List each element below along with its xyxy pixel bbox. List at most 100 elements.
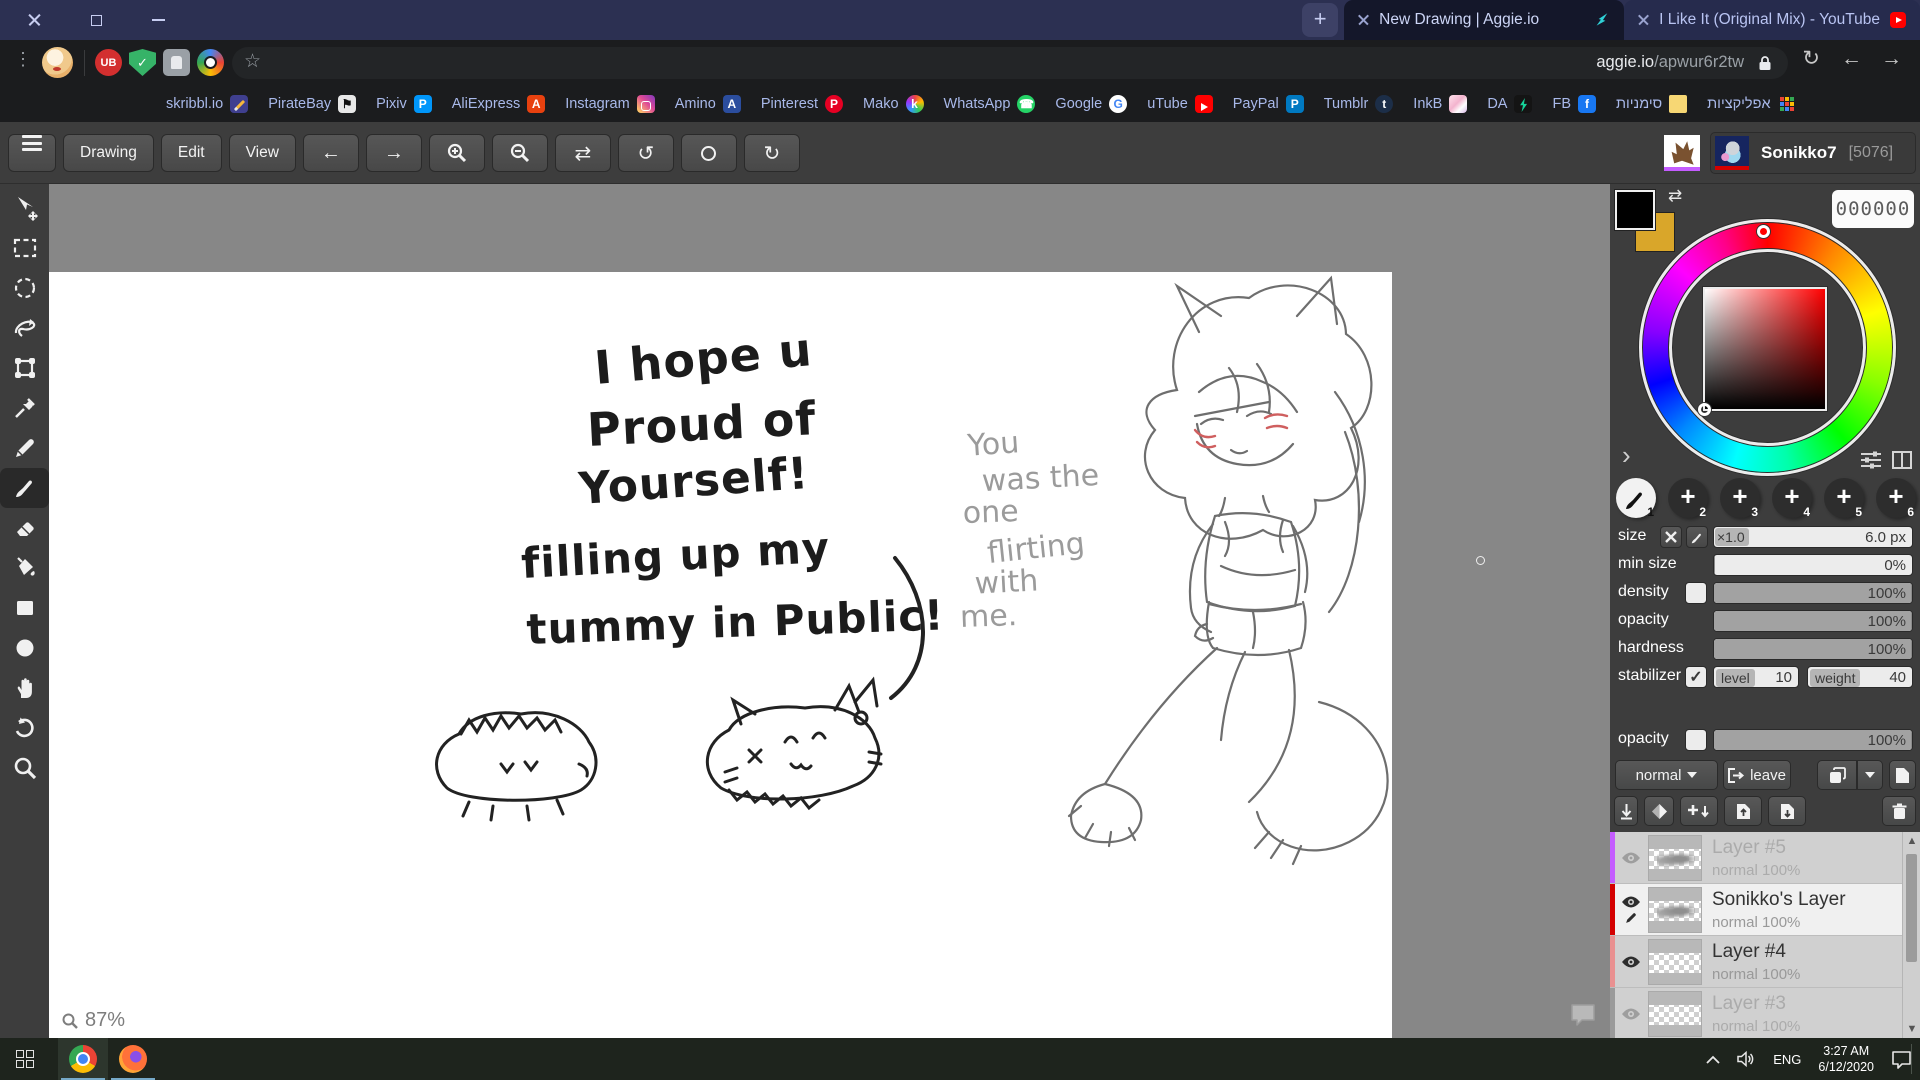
- size-slider[interactable]: ×1.0 6.0 px: [1713, 526, 1913, 548]
- stabilizer-level-field[interactable]: level 10: [1713, 666, 1799, 688]
- forward-button[interactable]: →: [1881, 48, 1902, 69]
- bookmark-star-icon[interactable]: ☆: [244, 50, 261, 73]
- tool-fill-button[interactable]: [0, 548, 49, 588]
- view-menu-button[interactable]: View: [229, 134, 296, 172]
- start-button[interactable]: [0, 1038, 50, 1080]
- layer-row[interactable]: Layer #5 normal 100%: [1610, 832, 1920, 884]
- taskbar-firefox-button[interactable]: [108, 1038, 158, 1080]
- tool-undo-button[interactable]: [0, 708, 49, 748]
- layer-row[interactable]: Layer #4 normal 100%: [1610, 936, 1920, 988]
- bookmark-item[interactable]: Pixiv P: [376, 95, 432, 113]
- browser-tab[interactable]: New Drawing | Aggie.io: [1344, 0, 1624, 40]
- swap-colors-icon[interactable]: ⇄: [1668, 186, 1682, 206]
- bookmark-item[interactable]: AliExpress A: [452, 95, 546, 113]
- zoom-in-button[interactable]: [429, 134, 485, 172]
- browser-tab[interactable]: I Like It (Original Mix) - YouTube: [1624, 0, 1920, 40]
- redo-button[interactable]: →: [366, 134, 422, 172]
- bookmark-item[interactable]: DA: [1487, 95, 1532, 113]
- rotate-ccw-button[interactable]: ↺: [618, 134, 674, 172]
- flip-canvas-button[interactable]: ⇄: [555, 134, 611, 172]
- tool-eraser-button[interactable]: [0, 508, 49, 548]
- stabilizer-weight-field[interactable]: weight 40: [1807, 666, 1913, 688]
- taskbar-chrome-button[interactable]: [58, 1038, 108, 1080]
- saturation-value-picker[interactable]: [1703, 287, 1827, 411]
- bookmark-item[interactable]: Google G: [1055, 95, 1127, 113]
- adguard-extension-icon[interactable]: ✓: [129, 49, 156, 76]
- undo-button[interactable]: ←: [303, 134, 359, 172]
- layer-visibility-eye-icon[interactable]: [1621, 851, 1641, 865]
- drawing-menu-button[interactable]: Drawing: [63, 134, 154, 172]
- extension-icon[interactable]: [163, 49, 190, 76]
- window-maximize-button[interactable]: [76, 5, 116, 35]
- layer-opacity-slider[interactable]: 100%: [1713, 729, 1913, 751]
- brush-preset-button[interactable]: 6: [1876, 478, 1916, 518]
- blend-mode-dropdown[interactable]: normal: [1615, 760, 1718, 790]
- sv-cursor[interactable]: [1698, 403, 1711, 416]
- import-layer-button[interactable]: [1724, 796, 1762, 826]
- browser-menu-icon[interactable]: ⋮: [14, 49, 32, 70]
- workspace[interactable]: I hope u Proud of Yourself! filling up m…: [49, 184, 1610, 1038]
- tool-select-ellipse-button[interactable]: [0, 268, 49, 308]
- layer-visibility-eye-icon[interactable]: [1621, 955, 1641, 969]
- reset-rotation-button[interactable]: [681, 134, 737, 172]
- bookmark-item[interactable]: Pinterest P: [761, 95, 843, 113]
- tool-color-picker-button[interactable]: [0, 388, 49, 428]
- brush-preset-button[interactable]: 4: [1772, 478, 1812, 518]
- main-menu-button[interactable]: [8, 134, 56, 172]
- chat-bubble-icon[interactable]: [1569, 1002, 1597, 1028]
- tool-lasso-button[interactable]: [0, 308, 49, 348]
- stabilizer-checkbox[interactable]: ✓: [1685, 666, 1707, 688]
- tool-brush-button[interactable]: [0, 468, 49, 508]
- layer-row[interactable]: Layer #3 normal 100%: [1610, 988, 1920, 1038]
- current-user-button[interactable]: Sonikko7 [5076]: [1710, 132, 1916, 174]
- tool-rectangle-button[interactable]: [0, 588, 49, 628]
- bookmark-item[interactable]: Tumblr t: [1324, 95, 1394, 113]
- duplicate-options-button[interactable]: [1857, 760, 1883, 790]
- tool-zoom-button[interactable]: [0, 748, 49, 788]
- add-layer-below-button[interactable]: [1680, 796, 1718, 826]
- size-brush-toggle-button[interactable]: [1686, 526, 1708, 548]
- brush-preset-button[interactable]: 3: [1720, 478, 1760, 518]
- sliders-view-icon[interactable]: [1860, 450, 1882, 470]
- drawing-canvas[interactable]: I hope u Proud of Yourself! filling up m…: [49, 272, 1392, 1038]
- extension-icon[interactable]: [197, 49, 224, 76]
- hex-color-input[interactable]: 000000: [1832, 190, 1914, 228]
- export-layer-button[interactable]: [1768, 796, 1806, 826]
- language-indicator[interactable]: ENG: [1773, 1052, 1801, 1067]
- hue-cursor[interactable]: [1757, 225, 1770, 238]
- merge-down-button[interactable]: [1614, 796, 1638, 826]
- window-close-button[interactable]: [14, 5, 54, 35]
- min-size-slider[interactable]: 0%: [1713, 554, 1913, 576]
- new-layer-button[interactable]: [1889, 760, 1916, 790]
- tab-close-icon[interactable]: [1358, 15, 1369, 26]
- bookmark-item[interactable]: skribbl.io: [166, 95, 248, 113]
- bookmark-item[interactable]: PayPal P: [1233, 95, 1304, 113]
- tool-pan-button[interactable]: [0, 668, 49, 708]
- edit-menu-button[interactable]: Edit: [161, 134, 222, 172]
- leave-button[interactable]: leave: [1723, 760, 1791, 790]
- rotate-cw-button[interactable]: ↻: [744, 134, 800, 172]
- hardness-slider[interactable]: 100%: [1713, 638, 1913, 660]
- tool-transform-button[interactable]: [0, 348, 49, 388]
- layers-scrollbar[interactable]: ▲ ▼: [1902, 832, 1920, 1038]
- new-tab-button[interactable]: +: [1302, 3, 1338, 37]
- bookmark-item[interactable]: אפליקציות: [1707, 95, 1795, 113]
- tool-move-button[interactable]: [0, 188, 49, 228]
- bookmark-item[interactable]: סימניות: [1616, 95, 1687, 113]
- tool-pencil-button[interactable]: [0, 428, 49, 468]
- show-hidden-icons-chevron[interactable]: [1706, 1055, 1720, 1064]
- layer-row[interactable]: Sonikko's Layer normal 100%: [1610, 884, 1920, 936]
- layer-visibility-eye-icon[interactable]: [1621, 895, 1641, 909]
- duplicate-layer-button[interactable]: [1817, 760, 1857, 790]
- collaborator-avatar[interactable]: [1664, 135, 1700, 171]
- delete-layer-button[interactable]: [1882, 796, 1916, 826]
- density-slider[interactable]: 100%: [1713, 582, 1913, 604]
- bookmark-item[interactable]: FB f: [1552, 95, 1596, 113]
- size-reset-button[interactable]: [1660, 526, 1682, 548]
- bookmark-item[interactable]: Instagram: [565, 95, 654, 113]
- show-desktop-divider[interactable]: [1911, 1044, 1912, 1074]
- bookmark-item[interactable]: Amino A: [675, 95, 741, 113]
- split-view-icon[interactable]: [1892, 450, 1912, 470]
- density-checkbox[interactable]: [1685, 582, 1707, 604]
- bookmark-item[interactable]: InkB: [1413, 95, 1467, 113]
